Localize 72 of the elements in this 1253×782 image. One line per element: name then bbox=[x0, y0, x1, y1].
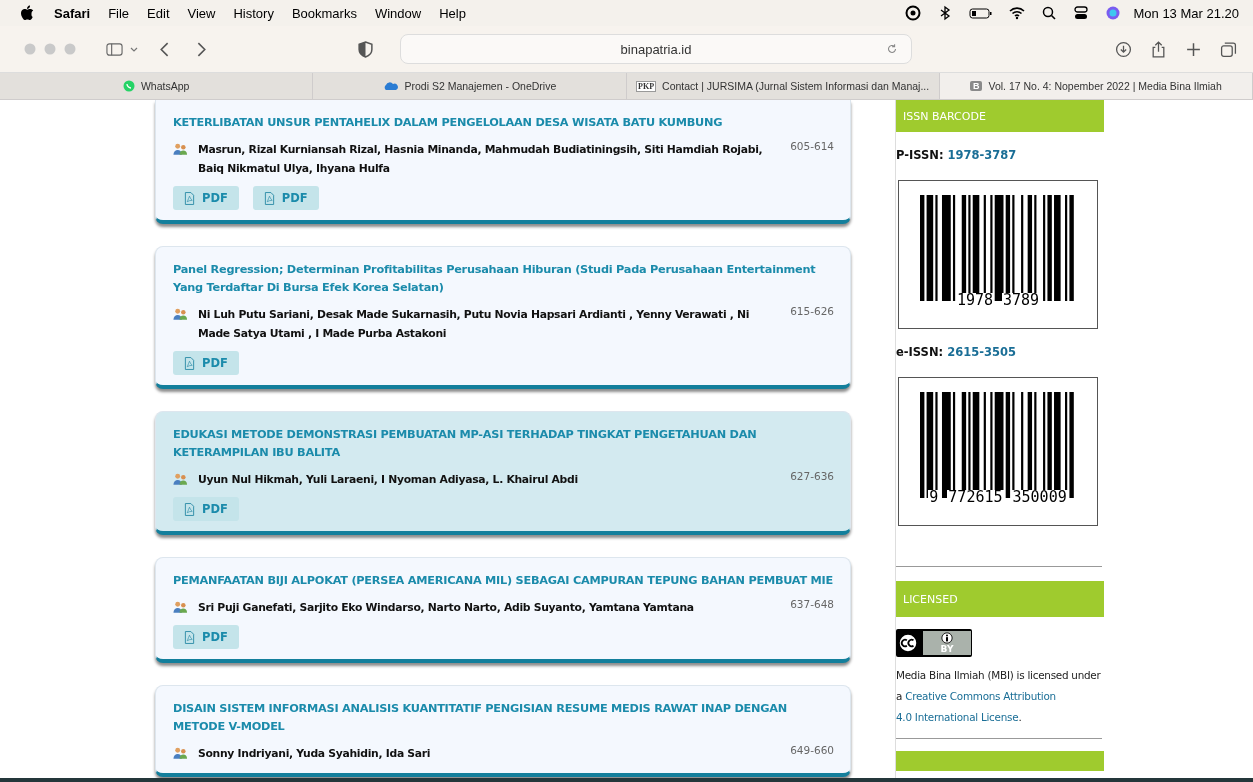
article-authors: Uyun Nul Hikmah, Yuli Laraeni, I Nyoman Adiyasa, L. Khairul Abdi bbox=[198, 472, 579, 488]
barcode-digits: 3789 bbox=[1002, 293, 1041, 307]
file-icon bbox=[184, 502, 195, 516]
menu-item[interactable]: Edit bbox=[147, 5, 170, 21]
new-tab-icon[interactable] bbox=[1185, 40, 1202, 58]
barcode-digits: 350009 bbox=[1011, 490, 1068, 504]
barcode-digits: 1978 bbox=[955, 293, 994, 307]
control-center-icon[interactable] bbox=[1073, 5, 1090, 21]
article-authors: Sonny Indriyani, Yuda Syahidin, Ida Sari bbox=[198, 746, 432, 762]
sidebar-icon[interactable] bbox=[106, 40, 123, 58]
article-title-link[interactable]: KETERLIBATAN UNSUR PENTAHELIX DALAM PENGELOLAAN DESA WISATA BATU KUMBUNG bbox=[173, 114, 834, 132]
share-icon[interactable] bbox=[1150, 40, 1167, 58]
issn-link[interactable]: 1978-3787 bbox=[947, 148, 1017, 162]
article-authors: Ni Luh Putu Sariani, Desak Made Sukarnasih, Putu Novia Hapsari Ardianti , Yenny Verawati , Ni Made Satya Utami , I Made Purba Astakoni bbox=[198, 307, 751, 342]
page-range: 605-614 bbox=[790, 140, 834, 152]
menu-item[interactable]: View bbox=[187, 5, 216, 21]
person-icon bbox=[941, 632, 953, 644]
barcode-digits: 772615 bbox=[947, 490, 1004, 504]
page-range: 649-660 bbox=[790, 744, 834, 756]
search-icon[interactable] bbox=[1041, 5, 1058, 21]
reload-icon[interactable] bbox=[885, 42, 899, 56]
menu-item[interactable]: Bookmarks bbox=[291, 5, 357, 21]
shield-icon[interactable] bbox=[357, 40, 374, 58]
menu-item[interactable]: History bbox=[233, 5, 274, 21]
sidebar-heading: LICENSED bbox=[896, 581, 1104, 617]
issn-label: e-ISSN: bbox=[896, 345, 944, 359]
article-authors: Masrun, Rizal Kurniansah Rizal, Hasnia Minanda, Mahmudah Budiatiningsih, Siti Hamdiah Rojabi, Baiq Nikmatul Ulya, Ihyana Hulfa bbox=[198, 142, 764, 177]
users-icon bbox=[173, 746, 188, 760]
file-icon bbox=[184, 191, 195, 205]
cc-icon bbox=[897, 632, 919, 654]
chat-bubble-icon bbox=[122, 80, 135, 92]
users-icon bbox=[173, 142, 188, 156]
tab-favicon: B bbox=[970, 81, 983, 91]
page-range: 627-636 bbox=[790, 470, 834, 482]
license-text: Media Bina Ilmiah (MBI) is licensed under a Creative Commons Attribution 4.0 International License. bbox=[896, 668, 1102, 725]
issn-link[interactable]: 2615-3505 bbox=[947, 345, 1016, 359]
browser-tab[interactable]: B Vol. 17 No. 4: Nopember 2022 | Media Bina Ilmiah bbox=[939, 73, 1253, 99]
article-title-link[interactable]: PEMANFAATAN BIJI ALPOKAT (PERSEA AMERICANA MIL) SEBAGAI CAMPURAN TEPUNG BAHAN PEMBUAT MIE bbox=[173, 572, 834, 590]
apple-icon[interactable] bbox=[20, 5, 34, 21]
article-authors: Sri Puji Ganefati, Sarjito Eko Windarso, Narto Narto, Adib Suyanto, Yamtana Yamtana bbox=[198, 600, 695, 616]
wifi-icon[interactable] bbox=[1009, 5, 1026, 21]
file-icon bbox=[184, 356, 195, 370]
issn-label: P-ISSN: bbox=[896, 148, 944, 162]
article-title-link[interactable]: EDUKASI METODE DEMONSTRASI PEMBUATAN MP-ASI TERHADAP TINGKAT PENGETAHUAN DAN KETERAMPILAN IBU BALITA bbox=[173, 426, 834, 462]
menu-item[interactable]: File bbox=[108, 5, 130, 21]
browser-tab[interactable]: PKP Contact | JURSIMA (Jurnal Sistem Informasi dan Manaj... bbox=[626, 73, 940, 99]
file-icon bbox=[263, 191, 275, 205]
page-range: 615-626 bbox=[790, 305, 834, 317]
article-title-link[interactable]: Panel Regression; Determinan Profitabilitas Perusahaan Hiburan (Studi Pada Perusahaan Entertainment Yang Terdaftar Di Bursa Efek Korea Selatan) bbox=[173, 261, 834, 297]
download-icon[interactable] bbox=[1115, 40, 1132, 58]
cloud-icon bbox=[382, 81, 399, 91]
creative-cloud-icon[interactable] bbox=[905, 5, 922, 21]
license-link[interactable]: Creative Commons Attribution bbox=[905, 690, 1056, 702]
users-icon bbox=[173, 307, 188, 321]
browser-tab[interactable]: WhatsApp bbox=[0, 73, 314, 99]
tab-favicon: PKP bbox=[636, 80, 657, 92]
browser-tab[interactable]: Prodi S2 Manajemen - OneDrive bbox=[313, 73, 627, 99]
barcode-digits: 9 bbox=[928, 490, 940, 504]
page-range: 637-648 bbox=[790, 598, 834, 610]
menu-item[interactable]: Window bbox=[374, 5, 422, 21]
file-icon bbox=[184, 630, 195, 644]
sidebar-heading: ISSN BARCODE bbox=[896, 100, 1104, 132]
battery-icon[interactable] bbox=[969, 5, 994, 21]
menu-app-name[interactable]: Safari bbox=[54, 5, 91, 21]
tab-overview-icon[interactable] bbox=[1220, 40, 1237, 58]
siri-icon[interactable] bbox=[1105, 5, 1122, 21]
users-icon bbox=[173, 472, 188, 486]
menu-clock[interactable]: Mon 13 Mar 21.20 bbox=[1133, 5, 1239, 21]
address-bar[interactable]: binapatria.id bbox=[400, 34, 912, 64]
menu-item[interactable]: Help bbox=[439, 5, 466, 21]
users-icon bbox=[173, 600, 188, 614]
article-title-link[interactable]: DISAIN SISTEM INFORMASI ANALISIS KUANTITATIF PENGISIAN RESUME MEDIS RAWAT INAP DENGAN METODE V-MODEL bbox=[173, 700, 834, 736]
